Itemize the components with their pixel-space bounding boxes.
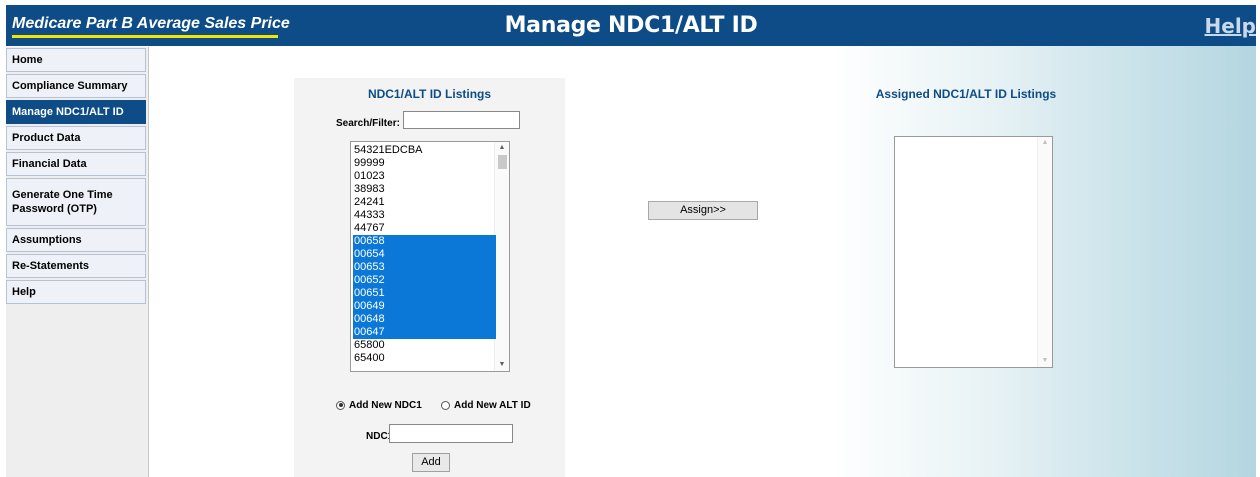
radio-alt-id-icon[interactable] [441,400,450,410]
sidebar-item[interactable]: Financial Data [6,152,146,176]
search-filter-input[interactable] [403,111,520,129]
sidebar-item[interactable]: Product Data [6,126,146,150]
assigned-listbox[interactable]: ▲ ▼ [894,136,1053,368]
search-label: Search/Filter: [336,118,400,129]
app-frame: Medicare Part B Average Sales Price Mana… [6,5,1256,477]
sidebar-item[interactable]: Help [6,280,146,304]
scroll-down-icon[interactable]: ▼ [495,359,509,371]
main-content: Home Compliance Summary Manage NDC1/ALT ID… [6,46,1256,477]
ndc-listbox[interactable]: ▲ ▼ 54321EDCBA 99999 01023 38983 24241 44333 4… [350,141,510,372]
assigned-scroll-up-icon[interactable]: ▲ [1038,137,1052,149]
listbox-scrollbar[interactable]: ▲ ▼ [494,142,509,371]
help-link[interactable]: Help [1205,14,1256,38]
list-item[interactable]: 38983 [353,183,496,196]
list-item[interactable]: 00647 [353,326,496,339]
sidebar-item[interactable]: Home [6,48,146,72]
assigned-scroll-down-icon[interactable]: ▼ [1038,355,1052,367]
list-item[interactable]: 54321EDCBA [353,144,496,157]
sidebar-item[interactable]: Re-Statements [6,254,146,278]
list-item[interactable]: 01023 [353,170,496,183]
list-item[interactable]: 00654 [353,248,496,261]
list-item[interactable]: 24241 [353,196,496,209]
assign-button[interactable]: Assign>> [648,201,758,220]
scroll-up-icon[interactable]: ▲ [495,142,509,154]
radio-ndc1-icon[interactable] [336,400,345,410]
list-item[interactable]: 44767 [353,222,496,235]
list-item[interactable]: 00658 [353,235,496,248]
page-title: Manage NDC1/ALT ID [504,13,758,38]
sidebar-item[interactable]: Assumptions [6,228,146,252]
radio-add-ndc1[interactable]: Add New NDC1 [336,398,422,412]
list-item[interactable]: 65800 [353,339,496,352]
sidebar-item[interactable]: Manage NDC1/ALT ID [6,100,146,124]
assigned-title: Assigned NDC1/ALT ID Listings [875,87,1057,101]
radio-add-alt-id-label: Add New ALT ID [454,399,531,411]
assigned-scrollbar[interactable]: ▲ ▼ [1037,137,1052,367]
add-button[interactable]: Add [412,453,450,472]
header-bar: Medicare Part B Average Sales Price Mana… [6,5,1256,46]
listings-title: NDC1/ALT ID Listings [367,87,492,101]
list-item[interactable]: 00653 [353,261,496,274]
sidebar-item[interactable]: Generate One Time Password (OTP) [6,178,146,226]
sidebar-nav: Home Compliance Summary Manage NDC1/ALT ID… [6,47,149,477]
list-item[interactable]: 00648 [353,313,496,326]
ndc1-input[interactable] [389,424,513,443]
list-item[interactable]: 44333 [353,209,496,222]
list-item[interactable]: 00652 [353,274,496,287]
list-item[interactable]: 65400 [353,352,496,365]
list-item[interactable]: 00651 [353,287,496,300]
radio-add-alt-id[interactable]: Add New ALT ID [441,398,531,412]
scroll-thumb[interactable] [498,155,507,169]
list-item[interactable]: 99999 [353,157,496,170]
sidebar-item[interactable]: Compliance Summary [6,74,146,98]
radio-add-ndc1-label: Add New NDC1 [349,399,422,411]
listings-panel: NDC1/ALT ID Listings Search/Filter: ▲ ▼ … [294,78,565,477]
list-item[interactable]: 00649 [353,300,496,313]
